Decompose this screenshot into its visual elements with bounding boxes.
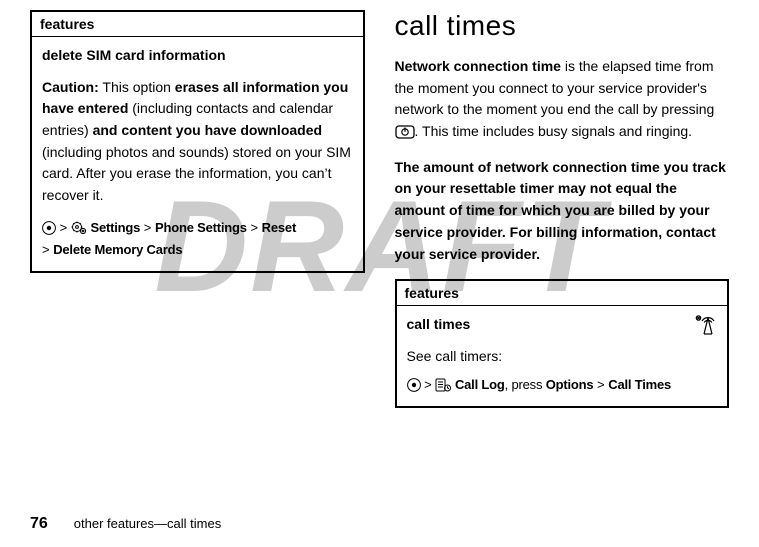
page-number: 76 bbox=[30, 515, 48, 533]
call-times-subtitle: call times bbox=[407, 314, 718, 336]
gt4: > bbox=[42, 242, 50, 257]
nav-delete-memory: Delete Memory Cards bbox=[53, 242, 182, 257]
nav-path-right: > bbox=[407, 374, 718, 396]
caution-t1: This option bbox=[99, 79, 175, 95]
nav-reset: Reset bbox=[262, 220, 296, 235]
right-column: call times Network connection time is th… bbox=[395, 10, 730, 408]
network-time-paragraph: Network connection time is the elapsed t… bbox=[395, 56, 730, 143]
features-box-left: features delete SIM card information Cau… bbox=[30, 10, 365, 273]
call-log-icon bbox=[435, 378, 451, 392]
features-header-left: features bbox=[32, 12, 363, 37]
nav-settings: Settings bbox=[90, 220, 140, 235]
network-antenna-icon bbox=[695, 314, 717, 336]
gt-r1: > bbox=[424, 377, 432, 392]
delete-sim-subtitle: delete SIM card information bbox=[42, 45, 353, 67]
see-call-timers: See call timers: bbox=[407, 346, 718, 368]
gt1: > bbox=[60, 220, 68, 235]
gt3: > bbox=[250, 220, 258, 235]
features-header-right: features bbox=[397, 281, 728, 306]
settings-gear-icon bbox=[71, 221, 87, 235]
features-box-right: features bbox=[395, 279, 730, 407]
p1-bold: Network connection time bbox=[395, 58, 561, 74]
nav-call-times: Call Times bbox=[608, 377, 671, 392]
nav-phone-settings: Phone Settings bbox=[155, 220, 247, 235]
billing-paragraph: The amount of network connection time yo… bbox=[395, 157, 730, 265]
left-column: features delete SIM card information Cau… bbox=[30, 10, 365, 408]
page-footer: 76 other features—call times bbox=[0, 515, 221, 533]
center-key-icon bbox=[42, 221, 56, 235]
footer-text: other features—call times bbox=[74, 516, 221, 531]
features-cell-left: delete SIM card information Caution: Thi… bbox=[32, 37, 363, 271]
nav-press: , press bbox=[505, 377, 546, 392]
end-key-icon bbox=[395, 125, 415, 139]
gt2: > bbox=[144, 220, 152, 235]
caution-paragraph: Caution: This option erases all informat… bbox=[42, 77, 353, 207]
caution-t3: (including photos and sounds) stored on … bbox=[42, 144, 351, 203]
caution-b2: and content you have downloaded bbox=[93, 122, 322, 138]
section-title: call times bbox=[395, 10, 730, 42]
gt-r2: > bbox=[597, 377, 605, 392]
nav-path-left: > Settings bbox=[42, 217, 353, 261]
page-content: features delete SIM card information Cau… bbox=[0, 0, 759, 408]
nav-call-log: Call Log bbox=[455, 377, 505, 392]
features-cell-right: call times See call timers: > bbox=[397, 306, 728, 405]
nav-options: Options bbox=[546, 377, 594, 392]
caution-label: Caution: bbox=[42, 79, 99, 95]
center-key-icon bbox=[407, 378, 421, 392]
p1-t2: . This time includes busy signals and ri… bbox=[415, 123, 693, 139]
